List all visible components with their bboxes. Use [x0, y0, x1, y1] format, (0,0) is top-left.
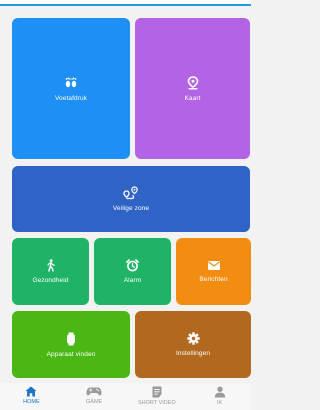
- berichten-tile[interactable]: Berichten: [176, 238, 251, 305]
- kaart-tile[interactable]: Kaart: [135, 18, 250, 159]
- apparaat-vinden-tile[interactable]: Apparaat vinden: [12, 311, 130, 378]
- top-status-bar: [0, 0, 251, 6]
- tab-game-label: GAME: [86, 399, 103, 405]
- voetafdruk-label: Voetafdruk: [54, 94, 88, 102]
- veilige-zone-label: Veilige zone: [112, 205, 150, 212]
- tab-short-video[interactable]: SHORT VIDEO: [126, 383, 189, 410]
- person-icon: [214, 386, 225, 398]
- walking-person-icon: [46, 259, 55, 272]
- tab-game[interactable]: GAME: [63, 383, 126, 410]
- gamepad-icon: [86, 387, 102, 396]
- tab-home[interactable]: HOME: [0, 383, 63, 410]
- footprints-icon: [65, 77, 77, 87]
- tab-ik[interactable]: IK: [188, 383, 251, 410]
- apparaat-vinden-label: Apparaat vinden: [46, 350, 96, 358]
- alarm-tile[interactable]: Alarm: [94, 238, 171, 305]
- home-icon: [25, 386, 37, 397]
- map-pin-icon: [187, 75, 198, 89]
- tab-home-label: HOME: [23, 399, 40, 405]
- instellingen-label: Instellingen: [175, 350, 211, 357]
- tab-ik-label: IK: [217, 400, 223, 406]
- bottom-tab-bar: HOME GAME SHORT VIDEO IK: [0, 383, 251, 410]
- gezondheid-tile[interactable]: Gezondheid: [12, 238, 89, 305]
- watch-icon: [67, 332, 75, 345]
- gear-icon: [186, 332, 200, 345]
- gezondheid-label: Gezondheid: [32, 277, 69, 284]
- veilige-zone-tile[interactable]: Veilige zone: [12, 166, 250, 232]
- alarm-clock-icon: [126, 259, 139, 272]
- document-icon: [152, 386, 162, 398]
- instellingen-tile[interactable]: Instellingen: [135, 311, 251, 378]
- berichten-label: Berichten: [199, 276, 228, 283]
- kaart-label: Kaart: [184, 94, 201, 102]
- location-route-icon: [123, 186, 138, 200]
- envelope-icon: [207, 261, 220, 270]
- tab-short-video-label: SHORT VIDEO: [138, 400, 176, 406]
- alarm-label: Alarm: [123, 277, 142, 284]
- voetafdruk-tile[interactable]: Voetafdruk: [12, 18, 130, 159]
